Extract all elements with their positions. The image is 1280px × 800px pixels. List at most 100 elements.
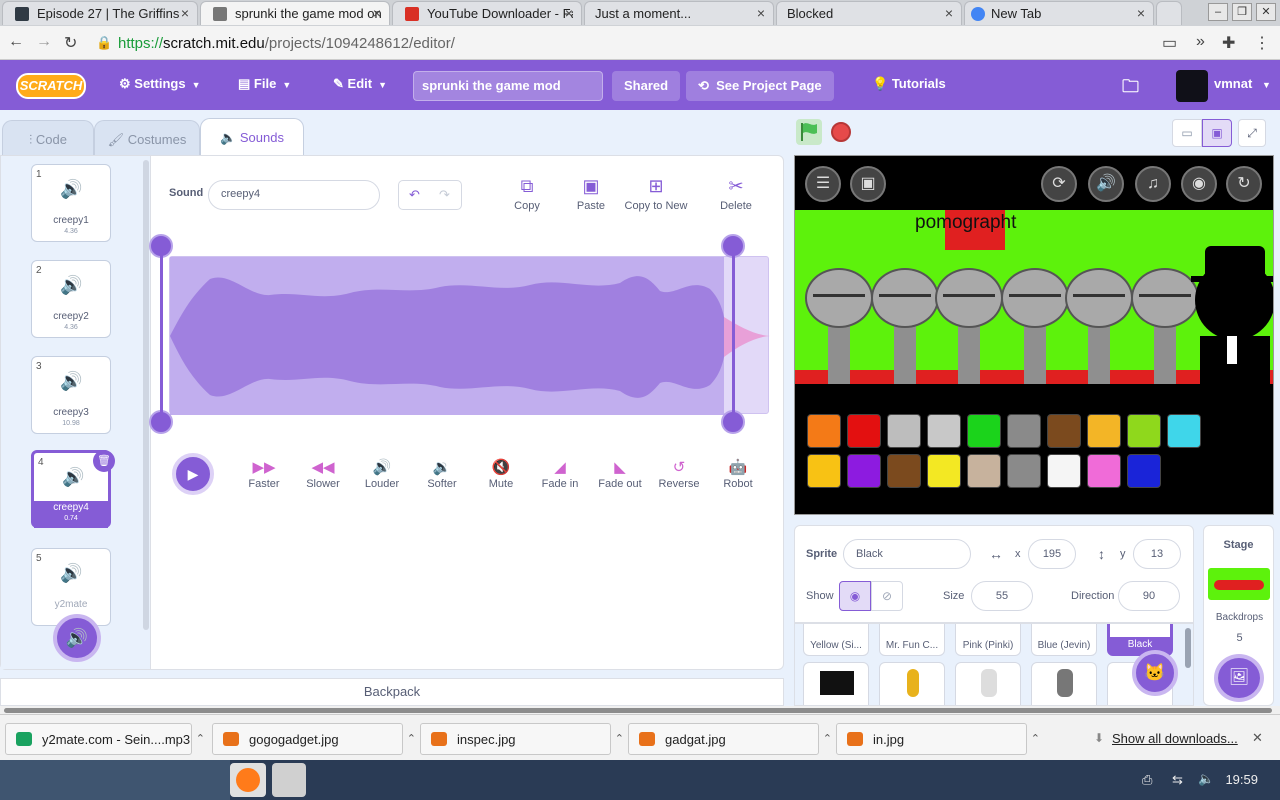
download-item[interactable]: in.jpg ⌃ [836,723,1040,755]
sprite-item[interactable] [879,662,945,705]
download-item[interactable]: gadgat.jpg ⌃ [628,723,832,755]
more-extensions-icon[interactable]: » [1196,33,1205,51]
fullscreen-icon[interactable]: ⤢ [1238,119,1266,147]
undo-icon[interactable]: ↶ [409,187,420,203]
effect-faster[interactable]: ▶▶ Faster [233,458,295,490]
close-tab-icon[interactable]: × [565,5,573,21]
character-slot[interactable] [847,414,881,448]
character-slot[interactable] [887,414,921,448]
character-slot[interactable] [1127,454,1161,488]
character-slot[interactable] [967,454,1001,488]
delete-button[interactable]: ✂ Delete [701,176,771,212]
scratch-logo[interactable]: SCRATCH [16,73,86,99]
tab-costumes[interactable]: 🖌 Costumes [94,120,200,156]
sound-item-creepy2[interactable]: 2 🔊 creepy2 4.36 [31,260,111,338]
url-field[interactable]: https://scratch.mit.edu/projects/1094248… [118,35,455,52]
character-slot[interactable] [967,414,1001,448]
chevron-icon[interactable]: ⌃ [1031,732,1040,745]
browser-tab-griffins[interactable]: Episode 27 | The Griffins × [2,1,198,25]
close-tab-icon[interactable]: × [1137,5,1145,21]
effect-louder[interactable]: 🔊 Louder [351,458,413,490]
effect-reverse[interactable]: ↺ Reverse [648,458,710,490]
stage-selector[interactable]: Stage Backdrops 5 🖼 [1203,525,1274,706]
reload-icon[interactable]: ↻ [64,33,77,53]
browser-tab-blocked[interactable]: Blocked × [776,1,962,25]
show-all-downloads-link[interactable]: Show all downloads... [1112,731,1238,746]
username[interactable]: vmnat [1214,76,1252,91]
character-slot[interactable] [1167,454,1201,488]
cast-icon[interactable]: ▭ [1162,33,1177,53]
copy-button[interactable]: ⧉ Copy [492,176,562,212]
chevron-icon[interactable]: ⌃ [615,732,624,745]
restore-icon[interactable]: ❐ [1232,3,1252,21]
refresh-icon[interactable]: ↻ [1226,166,1262,202]
backpack[interactable]: Backpack [0,678,784,706]
file-manager-icon[interactable] [272,763,306,797]
paste-button[interactable]: ▣ Paste [556,176,626,212]
settings-menu[interactable]: ⚙ Settings ▼ [119,76,201,92]
shared-button[interactable]: Shared [612,71,681,101]
download-item[interactable]: y2mate.com - Sein....mp3 ⌃ [5,723,205,755]
tab-code[interactable]: ⫶ Code [2,120,94,156]
menu-kebab-icon[interactable]: ⋮ [1254,33,1270,53]
close-tab-icon[interactable]: × [757,5,765,21]
sprite-item-mr-fun[interactable]: Mr. Fun C... [879,624,945,656]
reset-icon[interactable]: ⟳ [1041,166,1077,202]
sound-list-scrollbar[interactable] [143,160,149,630]
page-horizontal-scrollbar[interactable] [0,706,1280,714]
stage-canvas[interactable]: ☰ ▣ ⟳ 🔊 ♫ ◉ ↻ pomographt [794,155,1274,515]
extension-puzzle-icon[interactable]: ✚ [1222,33,1235,53]
project-title-input[interactable]: sprunki the game mod [413,71,603,101]
clock[interactable]: 19:59 [1225,772,1258,787]
chevron-icon[interactable]: ⌃ [196,732,205,745]
show-visible-eye-icon[interactable]: ◉ [839,581,871,611]
download-item[interactable]: gogogadget.jpg ⌃ [212,723,416,755]
close-downloads-icon[interactable]: ✕ [1252,730,1263,746]
browser-tab-just-a-moment[interactable]: Just a moment... × [584,1,774,25]
back-icon[interactable]: ← [8,33,24,51]
close-tab-icon[interactable]: × [945,5,953,21]
edit-menu[interactable]: ✎ Edit ▼ [333,76,387,92]
effect-fade-out[interactable]: ◣ Fade out [589,458,651,490]
character-slot[interactable] [1087,454,1121,488]
stop-icon[interactable] [831,122,851,142]
browser-tab-youtube-downloader[interactable]: YouTube Downloader - Fast × [392,1,582,25]
effect-mute[interactable]: 🔇 Mute [470,458,532,490]
character-slot[interactable] [1087,414,1121,448]
effect-robot[interactable]: 🤖 Robot [707,458,769,490]
redo-icon[interactable]: ↷ [439,187,450,203]
sprite-item-blue[interactable]: Blue (Jevin) [1031,624,1097,656]
browser-tab-new-tab[interactable]: New Tab × [964,1,1154,25]
direction-input[interactable]: 90 [1118,581,1180,611]
tab-sounds[interactable]: 🔈 Sounds [200,118,304,156]
chevron-icon[interactable]: ⌃ [407,732,416,745]
character-slot[interactable] [927,454,961,488]
sprite-item[interactable] [1031,662,1097,705]
chevron-icon[interactable]: ⌃ [823,732,832,745]
effect-fade-in[interactable]: ◢ Fade in [529,458,591,490]
eye-icon[interactable]: ◉ [1181,166,1217,202]
sprite-list-scrollbar[interactable] [1185,628,1191,668]
delete-sound-trash-icon[interactable]: 🗑 [93,450,115,472]
show-hidden-eye-icon[interactable]: ⊘ [871,581,903,611]
forward-icon[interactable]: → [36,33,52,51]
minimize-icon[interactable]: – [1208,3,1228,21]
menu-hamburger-icon[interactable]: ☰ [805,166,841,202]
character-slot[interactable] [927,414,961,448]
green-flag-icon[interactable] [796,119,822,145]
close-window-icon[interactable]: ✕ [1256,3,1276,21]
character-slot[interactable] [807,414,841,448]
firefox-icon[interactable] [230,763,266,797]
character-slot[interactable] [887,454,921,488]
add-backdrop-button[interactable]: 🖼 [1214,654,1264,702]
character-slot[interactable] [1007,414,1041,448]
copy-to-new-button[interactable]: ⊞ Copy to New [620,176,692,212]
sprite-item[interactable] [955,662,1021,705]
see-project-page-button[interactable]: ⟲ See Project Page [686,71,834,101]
character-slot[interactable] [1167,414,1201,448]
sprite-item[interactable] [803,662,869,705]
browser-tab-scratch[interactable]: sprunki the game mod on Scratch × [200,1,390,25]
my-stuff-folder-icon[interactable]: 🗀 [1122,74,1139,103]
avatar[interactable] [1176,70,1208,102]
size-input[interactable]: 55 [971,581,1033,611]
